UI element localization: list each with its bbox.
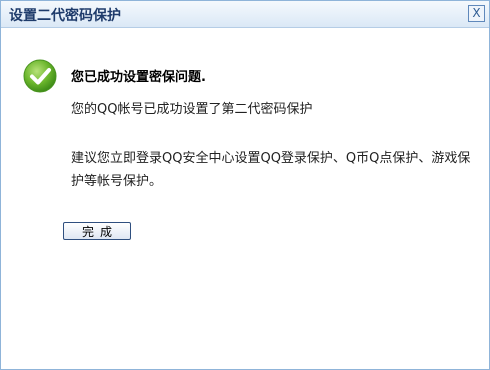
dialog-window: 设置二代密码保护 X 您已成功设置密保问题. 您的QQ帐号已成功设置了第二代密码…	[0, 0, 490, 370]
done-button[interactable]: 完成	[63, 222, 131, 240]
success-headline: 您已成功设置密保问题.	[71, 70, 206, 85]
dialog-titlebar: 设置二代密码保护 X	[1, 1, 489, 28]
dialog-title: 设置二代密码保护	[9, 8, 121, 24]
status-message: 您的QQ帐号已成功设置了第二代密码保护	[71, 102, 313, 117]
close-button[interactable]: X	[468, 5, 485, 22]
check-circle-icon	[23, 59, 57, 93]
recommendation-message: 建议您立即登录QQ安全中心设置QQ登录保护、Q币Q点保护、游戏保护等帐号保护。	[71, 151, 471, 189]
